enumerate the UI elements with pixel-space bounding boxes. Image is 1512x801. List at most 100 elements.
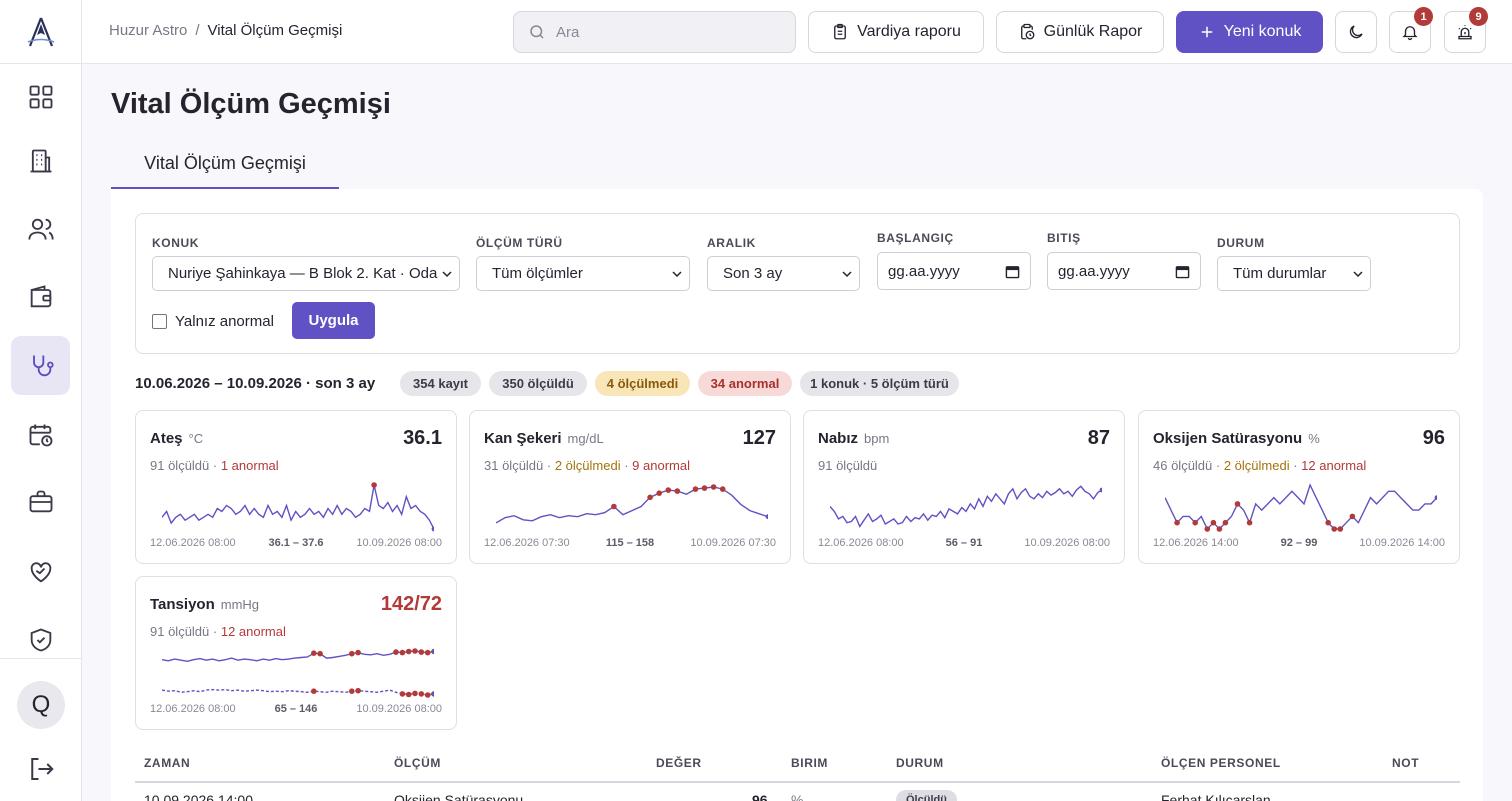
calendar-icon[interactable] bbox=[1175, 264, 1190, 279]
vital-card[interactable]: Ateş °C 36.1 91 ölçüldü · 1 anormal 12.06.20… bbox=[135, 410, 457, 564]
status-filter-label: DURUM bbox=[1217, 236, 1265, 250]
abnormal-point[interactable] bbox=[311, 650, 317, 656]
theme-toggle-button[interactable] bbox=[1335, 11, 1377, 53]
nav-guests[interactable] bbox=[11, 199, 70, 258]
nav-buildings[interactable] bbox=[11, 131, 70, 190]
abnormal-point[interactable] bbox=[412, 648, 418, 654]
vital-card[interactable]: Oksijen Satürasyonu% 96 46 ölçüldü · 2 ölç… bbox=[1138, 410, 1460, 564]
range-select[interactable]: Son 3 ay bbox=[707, 256, 860, 291]
status-select[interactable]: Tüm durumlar bbox=[1217, 256, 1371, 291]
alarms-button[interactable]: 9 bbox=[1444, 7, 1488, 53]
vital-range: 56 – 91 bbox=[945, 537, 983, 549]
abnormal-point[interactable] bbox=[656, 490, 662, 496]
abnormal-point[interactable] bbox=[647, 494, 653, 501]
breadcrumb-root[interactable]: Huzur Astro bbox=[109, 22, 187, 39]
abnormal-point[interactable] bbox=[1246, 519, 1253, 526]
abnormal-point[interactable] bbox=[692, 486, 699, 492]
tab-vital-history[interactable]: Vital Ölçüm Geçmişi bbox=[111, 140, 339, 189]
notifications-badge: 1 bbox=[1414, 7, 1433, 26]
abnormal-point[interactable] bbox=[399, 649, 406, 656]
nav-care[interactable] bbox=[11, 542, 70, 601]
abnormal-point[interactable] bbox=[311, 688, 317, 694]
type-select[interactable]: Tüm ölçümler bbox=[476, 256, 690, 291]
vital-range: 115 – 158 bbox=[605, 537, 655, 549]
search-input[interactable] bbox=[556, 23, 776, 41]
abnormal-point[interactable] bbox=[611, 503, 617, 510]
shift-report-button[interactable]: Vardiya raporu bbox=[808, 11, 984, 53]
abnormal-point[interactable] bbox=[405, 691, 412, 698]
abnormal-point[interactable] bbox=[1325, 519, 1331, 526]
abnormal-point[interactable] bbox=[701, 485, 708, 491]
abnormal-point[interactable] bbox=[674, 488, 681, 494]
top-header: Huzur Astro / Vital Ölçüm Geçmişi Vardiy… bbox=[82, 0, 1512, 64]
abnormal-point[interactable] bbox=[1204, 526, 1211, 532]
column-header-unit[interactable]: BIRIM bbox=[791, 756, 828, 770]
abnormal-point[interactable] bbox=[1192, 519, 1198, 526]
nav-vitals[interactable] bbox=[11, 336, 70, 395]
vital-measured-count: 91 ölçüldü bbox=[818, 458, 878, 473]
vital-stats: 91 ölçüldü · 1 anormal bbox=[150, 458, 279, 473]
nav-security[interactable] bbox=[11, 610, 70, 669]
abnormal-point[interactable] bbox=[1337, 526, 1344, 532]
latest-point[interactable] bbox=[431, 526, 434, 532]
abnormal-point[interactable] bbox=[418, 649, 425, 655]
nav-schedule[interactable] bbox=[11, 405, 70, 464]
abnormal-point[interactable] bbox=[399, 691, 406, 697]
abnormal-point[interactable] bbox=[1234, 501, 1241, 507]
abnormal-point[interactable] bbox=[412, 690, 418, 697]
abnormal-point[interactable] bbox=[355, 687, 361, 694]
abnormal-point[interactable] bbox=[1174, 519, 1180, 526]
column-header-value[interactable]: DEĞER bbox=[656, 756, 702, 770]
end-date-input[interactable]: gg.aa.yyyy bbox=[1047, 252, 1201, 290]
avatar[interactable]: Q bbox=[17, 681, 65, 729]
abnormal-point[interactable] bbox=[719, 486, 726, 492]
nav-staff[interactable] bbox=[11, 472, 70, 531]
logout-button[interactable] bbox=[26, 754, 56, 784]
abnormal-point[interactable] bbox=[1222, 519, 1229, 526]
abnormal-point[interactable] bbox=[710, 484, 717, 490]
abnormal-point[interactable] bbox=[371, 482, 377, 488]
column-header-time[interactable]: ZAMAN bbox=[144, 756, 190, 770]
calendar-icon[interactable] bbox=[1005, 264, 1020, 279]
abnormal-point[interactable] bbox=[424, 692, 431, 698]
abnormal-point[interactable] bbox=[665, 487, 672, 493]
abnormal-point[interactable] bbox=[1216, 526, 1223, 532]
shield-check-icon bbox=[30, 628, 51, 651]
nav-finance[interactable] bbox=[11, 267, 70, 326]
vital-measured-count: 31 ölçüldü bbox=[484, 458, 544, 473]
grid-icon bbox=[29, 85, 52, 108]
stats-separator: · bbox=[620, 458, 633, 473]
column-header-staff[interactable]: ÖLÇEN PERSONEL bbox=[1161, 756, 1281, 770]
start-date-input[interactable]: gg.aa.yyyy bbox=[877, 252, 1031, 290]
daily-report-button[interactable]: Günlük Rapor bbox=[996, 11, 1164, 53]
abnormal-point[interactable] bbox=[349, 650, 355, 657]
abnormal-point[interactable] bbox=[317, 650, 323, 657]
apply-button[interactable]: Uygula bbox=[292, 302, 375, 339]
latest-point[interactable] bbox=[765, 514, 768, 520]
notifications-button[interactable]: 1 bbox=[1389, 7, 1433, 53]
column-header-status[interactable]: DURUM bbox=[896, 756, 944, 770]
new-guest-button[interactable]: Yeni konuk bbox=[1176, 11, 1323, 53]
abnormal-point[interactable] bbox=[349, 688, 355, 694]
column-header-type[interactable]: ÖLÇÜM bbox=[394, 756, 441, 770]
abnormal-point[interactable] bbox=[393, 649, 399, 655]
column-header-note[interactable]: NOT bbox=[1392, 756, 1419, 770]
abnormal-point[interactable] bbox=[1349, 513, 1356, 520]
app-logo[interactable] bbox=[0, 0, 82, 64]
abnormal-point[interactable] bbox=[405, 648, 412, 655]
abnormal-point[interactable] bbox=[355, 649, 361, 656]
guest-select[interactable]: Nuriye Şahinkaya — B Blok 2. Kat · Oda 4 bbox=[152, 256, 460, 291]
vital-card[interactable]: Kan Şekeri mg/dL 127 31 ölçüldü · 2 ölçülme… bbox=[469, 410, 791, 564]
abnormal-point[interactable] bbox=[1331, 526, 1337, 532]
abnormal-point[interactable] bbox=[1210, 519, 1217, 526]
vital-card[interactable]: Nabız bpm 87 91 ölçüldü 12.06.2026 08:00 56 –… bbox=[803, 410, 1125, 564]
abnormal-only-label[interactable]: Yalnız anormal bbox=[175, 313, 274, 330]
abnormal-point[interactable] bbox=[418, 691, 425, 697]
vital-sparkline bbox=[496, 484, 768, 524]
search-box[interactable] bbox=[513, 11, 796, 53]
briefcase-icon bbox=[29, 490, 52, 512]
abnormal-point[interactable] bbox=[424, 649, 431, 656]
vital-card[interactable]: Tansiyon mmHg 142/72 91 ölçüldü · 12 anorma… bbox=[135, 576, 457, 730]
abnormal-only-checkbox[interactable] bbox=[152, 314, 167, 329]
nav-dashboard[interactable] bbox=[11, 67, 70, 126]
